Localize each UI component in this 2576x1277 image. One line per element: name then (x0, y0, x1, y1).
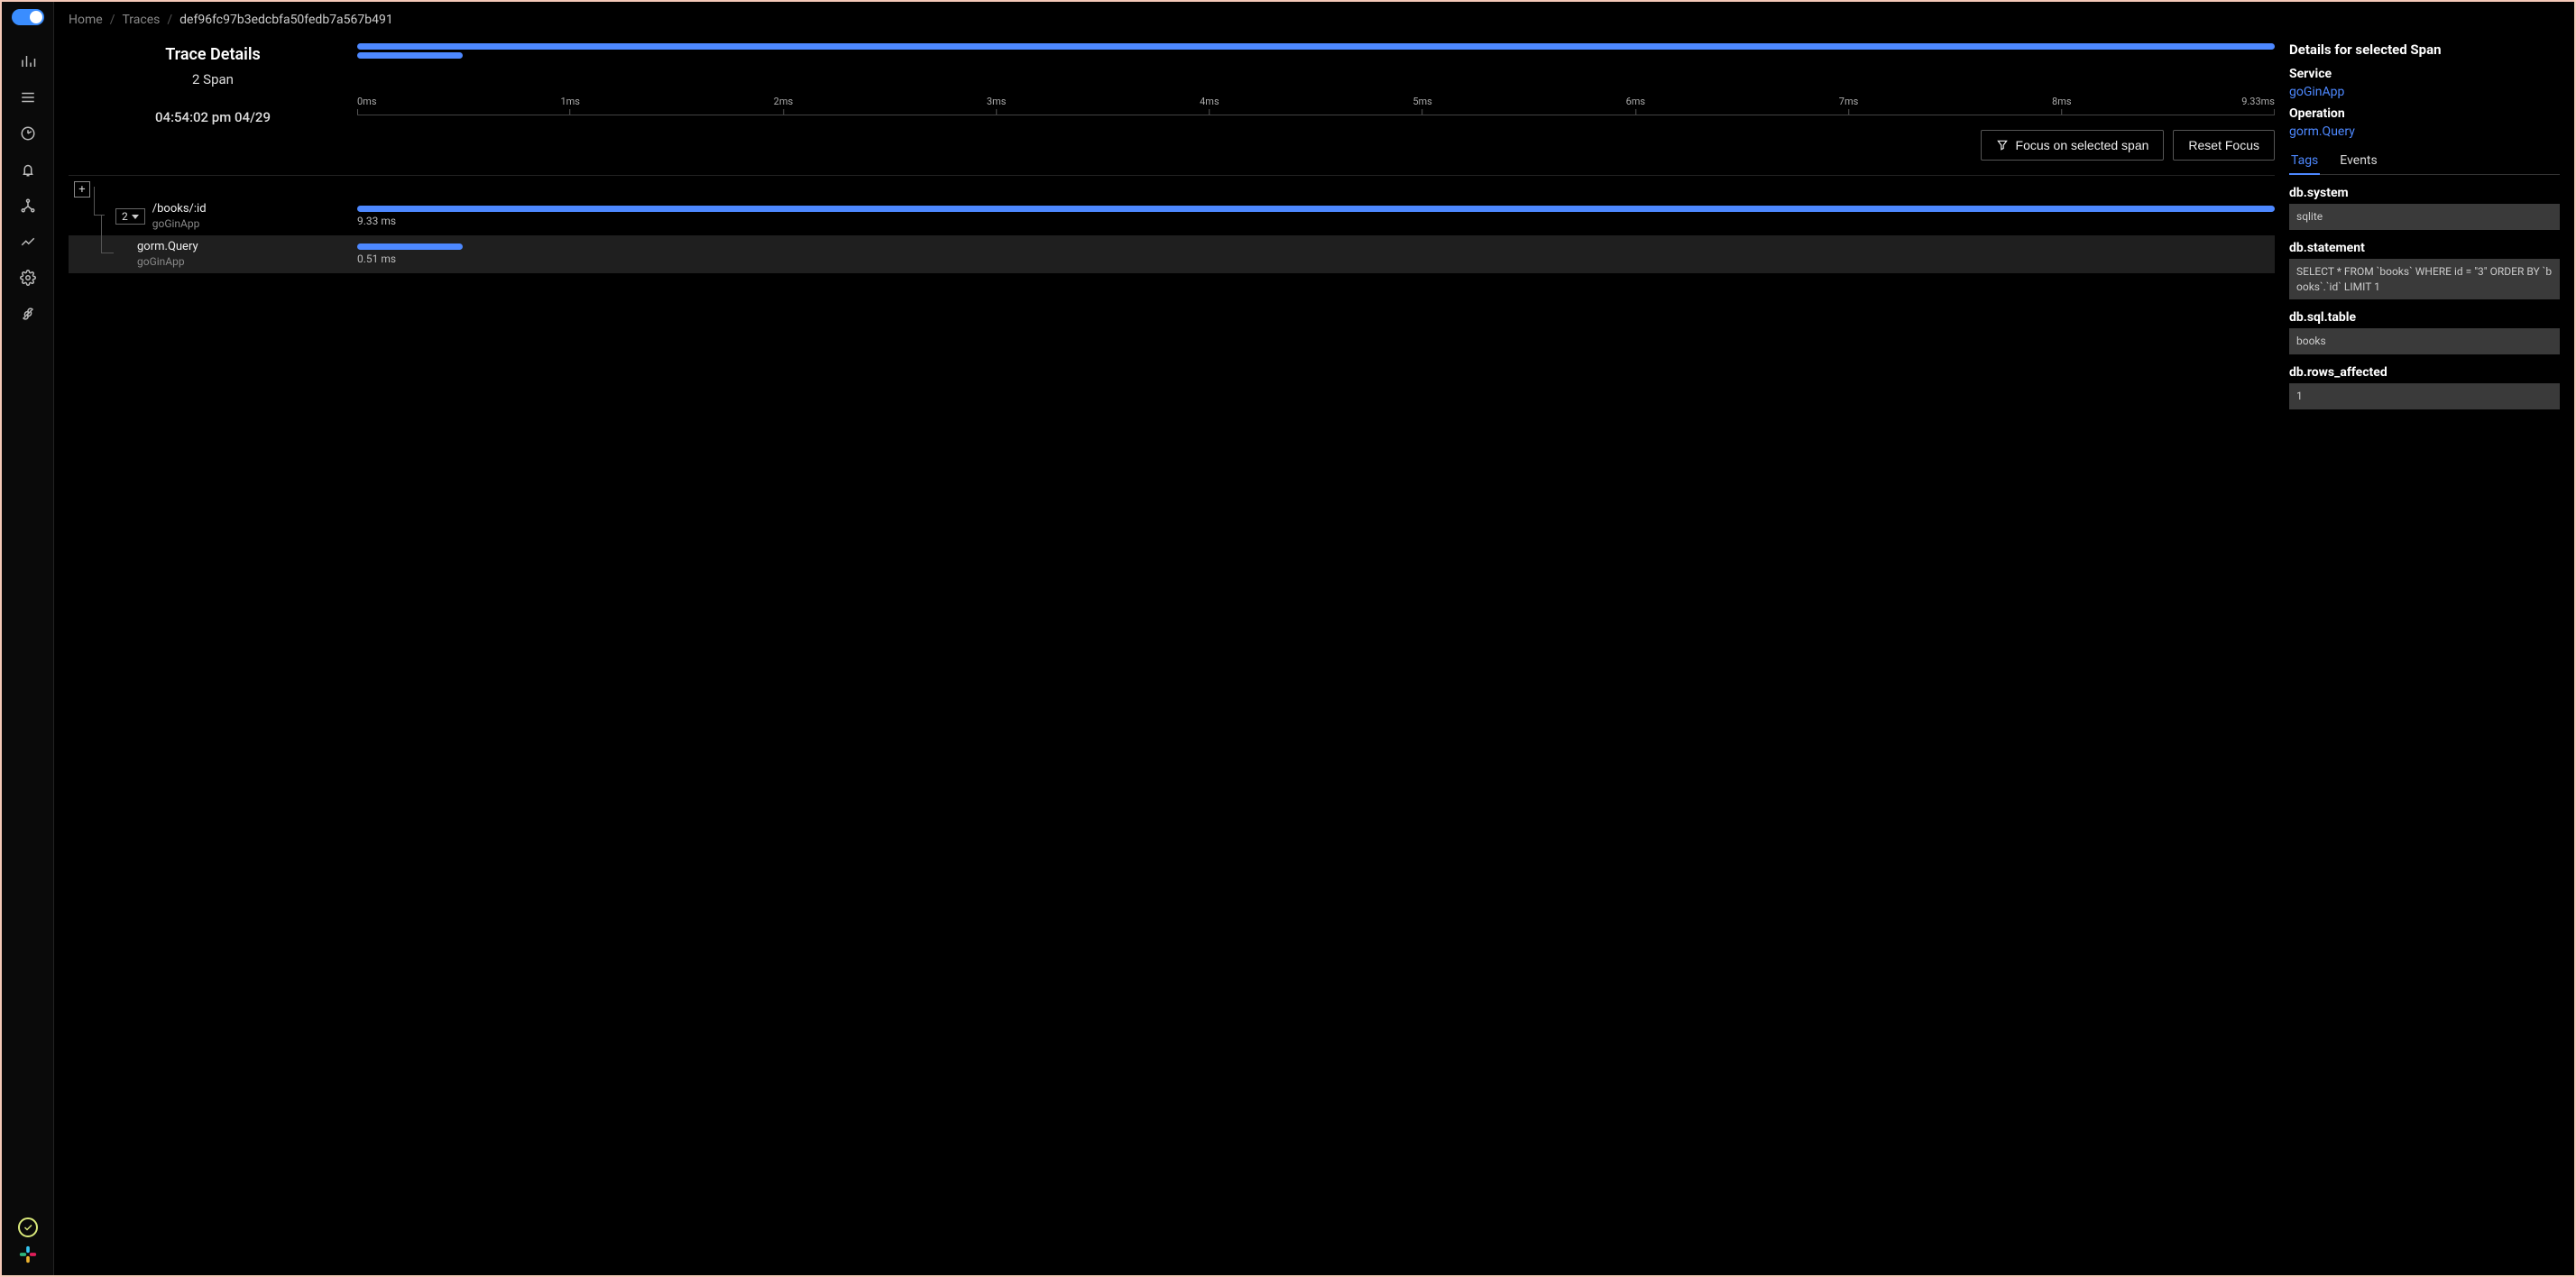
overview-bar-child (357, 52, 463, 59)
alerts-icon[interactable] (10, 152, 46, 188)
tab-tags[interactable]: Tags (2289, 148, 2320, 175)
detail-operation-value[interactable]: gorm.Query (2289, 124, 2560, 139)
detail-service-label: Service (2289, 67, 2560, 81)
tag-value: 1 (2289, 383, 2560, 409)
ruler-tick: 3ms (987, 96, 1007, 115)
slack-icon[interactable] (18, 1245, 38, 1264)
tag-key: db.statement (2289, 241, 2560, 255)
tag-key: db.rows_affected (2289, 365, 2560, 380)
span-children-count: 2 (122, 210, 128, 223)
breadcrumb-home[interactable]: Home (69, 13, 103, 27)
service-map-icon[interactable] (10, 188, 46, 224)
ruler-tick: 8ms (2052, 96, 2072, 115)
detail-tabs: Tags Events (2289, 148, 2560, 175)
span-detail-panel: Details for selected Span Service goGinA… (2289, 38, 2560, 1261)
tab-events[interactable]: Events (2338, 148, 2378, 174)
span-duration: 0.51 ms (357, 253, 2275, 265)
status-ok-icon[interactable] (18, 1217, 38, 1237)
ruler-tick: 5ms (1412, 96, 1432, 115)
expand-all-button[interactable]: + (74, 181, 90, 198)
span-operation-name: gorm.Query (137, 240, 198, 255)
breadcrumb-sep: / (167, 13, 172, 27)
span-duration: 9.33 ms (357, 215, 2275, 227)
tag-key: db.sql.table (2289, 310, 2560, 325)
ruler-tick: 7ms (1839, 96, 1859, 115)
focus-selected-label: Focus on selected span (2016, 138, 2149, 152)
tag-value: books (2289, 328, 2560, 354)
detail-operation-label: Operation (2289, 106, 2560, 121)
breadcrumb-sep: / (110, 13, 115, 27)
span-operation-name: /books/:id (152, 202, 207, 217)
span-row[interactable]: gorm.Query goGinApp 0.51 ms (69, 235, 2275, 273)
breadcrumb-current: def96fc97b3edcbfa50fedb7a567b491 (179, 13, 393, 27)
tag-value: SELECT * FROM `books` WHERE id = "3" ORD… (2289, 259, 2560, 300)
span-bar[interactable] (357, 243, 463, 250)
ruler-tick: 9.33ms (2241, 96, 2275, 115)
settings-icon[interactable] (10, 260, 46, 296)
span-service-name: goGinApp (152, 217, 207, 232)
reset-focus-label: Reset Focus (2188, 138, 2259, 152)
tag-block: db.rows_affected 1 (2289, 365, 2560, 409)
ruler-tick: 0ms (357, 96, 377, 115)
overview-minimap[interactable] (357, 43, 2275, 60)
span-children-toggle[interactable]: 2 (115, 208, 145, 225)
detail-heading: Details for selected Span (2289, 41, 2560, 58)
span-service-name: goGinApp (137, 255, 198, 270)
ruler-tick: 1ms (560, 96, 580, 115)
dashboard-icon[interactable] (10, 115, 46, 152)
usage-icon[interactable] (10, 224, 46, 260)
ruler-tick: 2ms (774, 96, 794, 115)
filter-icon (1996, 139, 2009, 152)
theme-toggle[interactable] (12, 9, 44, 25)
tag-block: db.statement SELECT * FROM `books` WHERE … (2289, 241, 2560, 300)
ruler-tick: 6ms (1626, 96, 1646, 115)
reset-focus-button[interactable]: Reset Focus (2173, 130, 2275, 161)
tag-value: sqlite (2289, 204, 2560, 230)
focus-selected-button[interactable]: Focus on selected span (1981, 130, 2165, 161)
tag-block: db.sql.table books (2289, 310, 2560, 354)
tag-key: db.system (2289, 186, 2560, 200)
trace-panel: Trace Details 2 Span 04:54:02 pm 04/29 0… (69, 38, 2275, 1261)
sidebar (2, 2, 54, 1275)
trace-timestamp: 04:54:02 pm 04/29 (69, 109, 357, 125)
detail-service-value[interactable]: goGinApp (2289, 85, 2560, 99)
tag-list: db.system sqlite db.statement SELECT * FROM… (2289, 186, 2560, 409)
overview-bar-root (357, 43, 2275, 50)
traces-icon[interactable] (10, 79, 46, 115)
chevron-down-icon (132, 215, 139, 219)
trace-title: Trace Details (69, 45, 357, 64)
span-row[interactable]: 2 /books/:id goGinApp 9.33 ms (69, 198, 2275, 235)
span-count: 2 Span (69, 71, 357, 87)
main: Home / Traces / def96fc97b3edcbfa50fedb7… (54, 2, 2574, 1275)
time-ruler: 0ms 1ms 2ms 3ms 4ms 5ms 6ms 7ms 8ms 9.33ms (357, 96, 2275, 115)
tag-block: db.system sqlite (2289, 186, 2560, 230)
instrumentation-icon[interactable] (10, 296, 46, 332)
breadcrumb-traces[interactable]: Traces (122, 13, 160, 27)
span-bar[interactable] (357, 206, 2275, 212)
metrics-icon[interactable] (10, 43, 46, 79)
span-tree: + 2 /books/:id (69, 175, 2275, 273)
ruler-tick: 4ms (1200, 96, 1219, 115)
breadcrumb: Home / Traces / def96fc97b3edcbfa50fedb7… (54, 2, 2574, 38)
